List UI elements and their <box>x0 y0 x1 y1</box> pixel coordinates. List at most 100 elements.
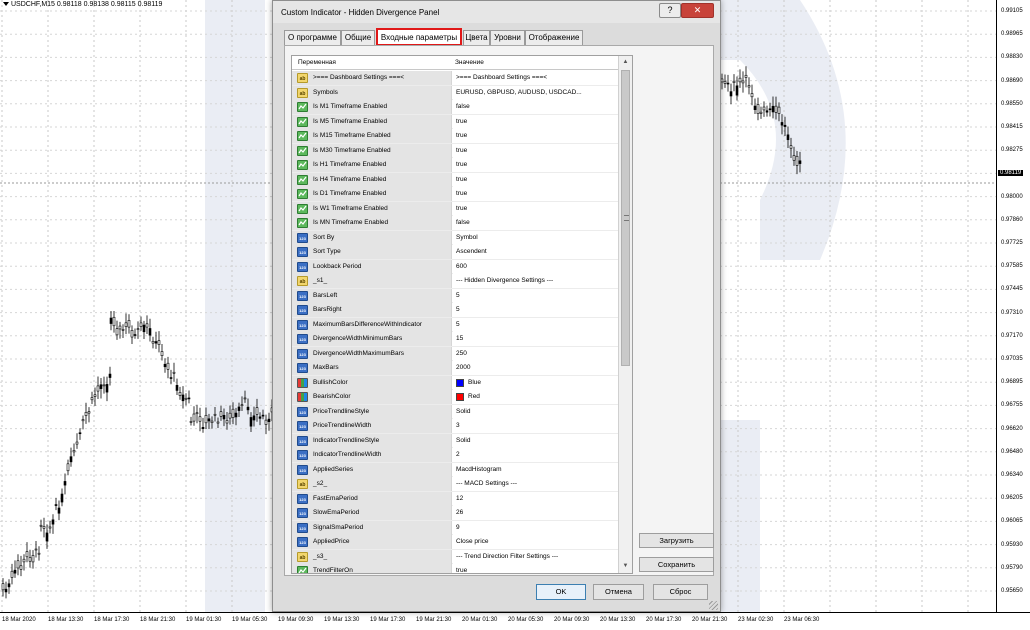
parameter-name-cell[interactable]: 123 BarsLeft <box>292 288 452 303</box>
parameter-row[interactable]: TrendFilterOn true <box>292 564 618 573</box>
parameter-value-cell[interactable]: true <box>453 114 618 129</box>
parameter-name-cell[interactable]: 123 IndicatorTrendlineStyle <box>292 433 452 448</box>
parameter-name-cell[interactable]: ab _s1_ <box>292 274 452 288</box>
parameter-row[interactable]: Is M5 Timeframe Enabled true <box>292 114 618 129</box>
parameter-name-cell[interactable]: 123 IndicatorTrendlineWidth <box>292 448 452 462</box>
parameter-row[interactable]: Is M30 Timeframe Enabled true <box>292 143 618 158</box>
parameter-name-cell[interactable]: BullishColor <box>292 375 452 390</box>
parameter-value-cell[interactable]: 250 <box>453 346 618 361</box>
parameter-value-cell[interactable]: Solid <box>453 404 618 419</box>
parameter-value-cell[interactable]: 5 <box>453 288 618 303</box>
parameter-value-cell[interactable]: 15 <box>453 332 618 346</box>
parameter-row[interactable]: 123 AppliedPrice Close price <box>292 535 618 550</box>
parameter-row[interactable]: 123 SignalSmaPeriod 9 <box>292 520 618 535</box>
parameter-value-cell[interactable]: true <box>453 172 618 187</box>
tab-colors[interactable]: Цвета <box>463 30 490 45</box>
parameter-value-cell[interactable]: Solid <box>453 433 618 448</box>
load-button[interactable]: Загрузить <box>639 533 714 548</box>
parameter-row[interactable]: 123 BarsRight 5 <box>292 303 618 318</box>
parameter-row[interactable]: ab _s2_ --- MACD Settings --- <box>292 477 618 492</box>
parameter-name-cell[interactable]: Is M30 Timeframe Enabled <box>292 143 452 158</box>
parameter-name-cell[interactable]: 123 MaximumBarsDifferenceWithIndicator <box>292 317 452 332</box>
parameter-name-cell[interactable]: 123 MaxBars <box>292 361 452 375</box>
tab-about[interactable]: О программе <box>284 30 341 45</box>
parameter-row[interactable]: 123 FastEmaPeriod 12 <box>292 491 618 506</box>
parameter-name-cell[interactable]: TrendFilterOn <box>292 564 452 573</box>
parameter-name-cell[interactable]: 123 FastEmaPeriod <box>292 491 452 506</box>
parameter-row[interactable]: 123 AppliedSeries MacdHistogram <box>292 462 618 477</box>
close-button[interactable]: ✕ <box>681 3 714 18</box>
parameter-value-cell[interactable]: 26 <box>453 506 618 520</box>
parameter-name-cell[interactable]: BearishColor <box>292 390 452 404</box>
parameter-name-cell[interactable]: 123 AppliedPrice <box>292 535 452 549</box>
parameter-name-cell[interactable]: Is M5 Timeframe Enabled <box>292 114 452 129</box>
parameter-value-cell[interactable]: 12 <box>453 491 618 506</box>
parameter-name-cell[interactable]: Is D1 Timeframe Enabled <box>292 187 452 201</box>
parameter-row[interactable]: Is D1 Timeframe Enabled true <box>292 187 618 202</box>
help-button[interactable]: ? <box>659 3 681 18</box>
parameter-row[interactable]: 123 IndicatorTrendlineStyle Solid <box>292 433 618 448</box>
parameter-row[interactable]: ab _s1_ --- Hidden Divergence Settings --- <box>292 274 618 289</box>
parameter-value-cell[interactable]: 5 <box>453 303 618 317</box>
parameter-row[interactable]: BearishColor Red <box>292 390 618 405</box>
tab-inputs[interactable]: Входные параметры <box>376 28 462 46</box>
parameter-name-cell[interactable]: 123 Sort By <box>292 230 452 245</box>
parameter-row[interactable]: ab _s3_ --- Trend Direction Filter Setting… <box>292 549 618 564</box>
scroll-up-icon[interactable]: ▲ <box>619 56 632 68</box>
parameter-value-cell[interactable]: Ascendent <box>453 245 618 259</box>
parameter-value-cell[interactable]: 600 <box>453 259 618 274</box>
parameter-name-cell[interactable]: 123 BarsRight <box>292 303 452 317</box>
parameter-name-cell[interactable]: 123 Lookback Period <box>292 259 452 274</box>
parameter-row[interactable]: 123 DivergenceWidthMaximumBars 250 <box>292 346 618 361</box>
dialog-titlebar[interactable]: Custom Indicator - Hidden Divergence Pan… <box>273 1 720 23</box>
parameter-value-cell[interactable]: 3 <box>453 419 618 433</box>
parameter-name-cell[interactable]: ab _s3_ <box>292 549 452 564</box>
resize-grip-icon[interactable] <box>709 601 718 610</box>
parameter-name-cell[interactable]: Is M15 Timeframe Enabled <box>292 129 452 143</box>
parameter-value-cell[interactable]: true <box>453 129 618 143</box>
parameter-name-cell[interactable]: 123 PriceTrendlineStyle <box>292 404 452 419</box>
scrollbar-thumb[interactable] <box>621 70 630 366</box>
parameter-name-cell[interactable]: Is W1 Timeframe Enabled <box>292 201 452 216</box>
parameter-row[interactable]: ab Symbols EURUSD, GBPUSD, AUDUSD, USDCAD.… <box>292 85 618 100</box>
parameter-row[interactable]: 123 Sort Type Ascendent <box>292 245 618 260</box>
parameter-value-cell[interactable]: Blue <box>453 375 618 390</box>
parameter-value-cell[interactable]: --- Trend Direction Filter Settings --- <box>453 549 618 564</box>
parameter-name-cell[interactable]: Is M1 Timeframe Enabled <box>292 100 452 114</box>
parameter-value-cell[interactable]: >=== Dashboard Settings ===< <box>453 71 618 85</box>
parameter-row[interactable]: 123 SlowEmaPeriod 26 <box>292 506 618 521</box>
parameter-row[interactable]: 123 BarsLeft 5 <box>292 288 618 303</box>
parameter-name-cell[interactable]: 123 DivergenceWidthMaximumBars <box>292 346 452 361</box>
column-header-variable[interactable]: Переменная <box>298 59 336 66</box>
parameter-row[interactable]: Is M15 Timeframe Enabled true <box>292 129 618 144</box>
parameter-row[interactable]: Is W1 Timeframe Enabled true <box>292 201 618 216</box>
parameter-value-cell[interactable]: true <box>453 201 618 216</box>
parameter-row[interactable]: 123 PriceTrendlineWidth 3 <box>292 419 618 434</box>
parameter-row[interactable]: 123 MaxBars 2000 <box>292 361 618 376</box>
parameter-value-cell[interactable]: true <box>453 143 618 158</box>
parameter-row[interactable]: 123 IndicatorTrendlineWidth 2 <box>292 448 618 463</box>
price-scale[interactable]: 0.99105 0.98965 0.98830 0.98690 0.98550 0.984… <box>996 0 1030 612</box>
tab-visualization[interactable]: Отображение <box>525 30 583 45</box>
parameter-value-cell[interactable]: --- Hidden Divergence Settings --- <box>453 274 618 288</box>
grid-scrollbar[interactable]: ▲ ▼ <box>618 56 632 573</box>
parameter-row[interactable]: 123 DivergenceWidthMinimumBars 15 <box>292 332 618 347</box>
parameter-value-cell[interactable]: false <box>453 216 618 230</box>
parameter-value-cell[interactable]: --- MACD Settings --- <box>453 477 618 491</box>
ok-button[interactable]: OK <box>536 584 586 600</box>
parameter-name-cell[interactable]: ab _s2_ <box>292 477 452 491</box>
parameter-row[interactable]: BullishColor Blue <box>292 375 618 390</box>
parameter-name-cell[interactable]: 123 DivergenceWidthMinimumBars <box>292 332 452 346</box>
cancel-button[interactable]: Отмена <box>593 584 644 600</box>
tab-common[interactable]: Общие <box>341 30 375 45</box>
parameter-row[interactable]: 123 PriceTrendlineStyle Solid <box>292 404 618 419</box>
parameter-name-cell[interactable]: Is H1 Timeframe Enabled <box>292 158 452 172</box>
save-button[interactable]: Сохранить <box>639 557 714 572</box>
parameter-value-cell[interactable]: true <box>453 187 618 201</box>
parameter-name-cell[interactable]: Is H4 Timeframe Enabled <box>292 172 452 187</box>
parameter-name-cell[interactable]: ab Symbols <box>292 85 452 100</box>
parameter-name-cell[interactable]: 123 SignalSmaPeriod <box>292 520 452 535</box>
scroll-down-icon[interactable]: ▼ <box>619 560 632 572</box>
parameter-value-cell[interactable]: Symbol <box>453 230 618 245</box>
parameter-row[interactable]: Is MN Timeframe Enabled false <box>292 216 618 231</box>
